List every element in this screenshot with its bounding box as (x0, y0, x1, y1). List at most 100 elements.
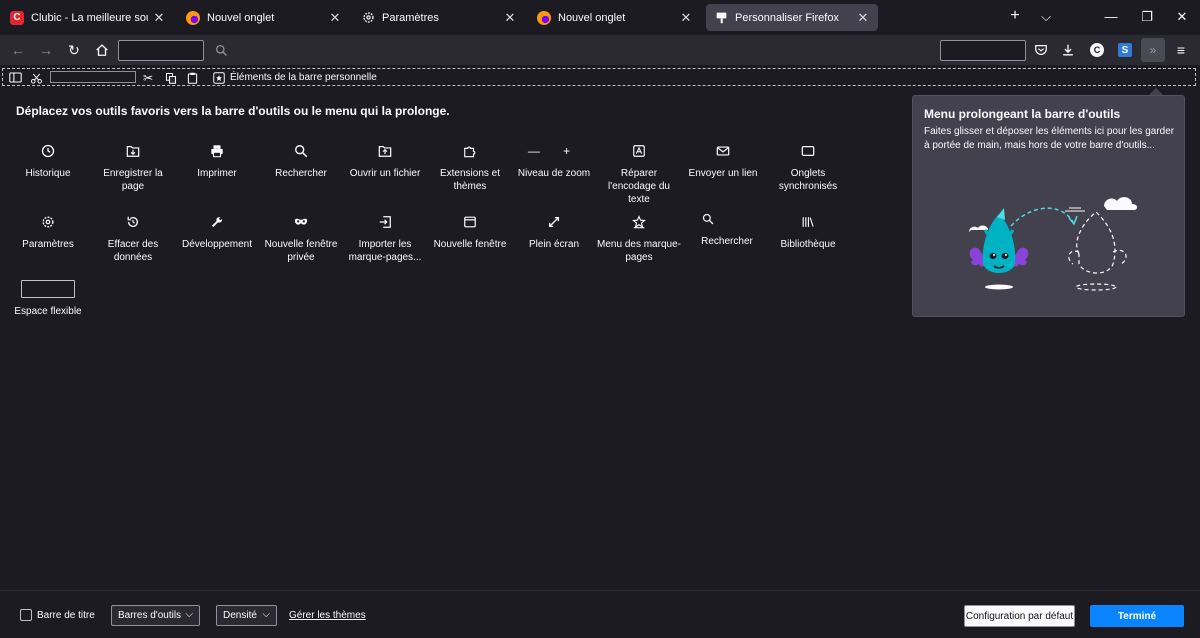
new-tab-icon[interactable]: + (1005, 7, 1025, 25)
toolbars-select[interactable]: Barres d'outils ⌵ (111, 605, 200, 626)
page-heading: Déplacez vos outils favoris vers la barr… (16, 104, 450, 118)
palette-item-label: Nouvelle fenêtre (433, 239, 507, 250)
palette-item-label: Rechercher (275, 168, 327, 179)
palette-item-find[interactable]: Rechercher (259, 142, 343, 180)
search-bar[interactable] (940, 40, 1026, 61)
palette-item-open-file[interactable]: Ouvrir un fichier (343, 142, 427, 180)
bookmarks-toolbar-label: Éléments de la barre personnelle (230, 72, 377, 83)
reload-icon[interactable]: ↻ (64, 40, 84, 60)
list-tabs-icon[interactable]: ⌵ (1036, 9, 1056, 25)
pocket-icon[interactable] (1031, 40, 1051, 60)
palette-item-new-window[interactable]: Nouvelle fenêtre (428, 213, 512, 251)
palette-item-addons[interactable]: Extensions et thèmes (428, 142, 512, 193)
back-icon[interactable]: ← (8, 40, 28, 60)
close-tab-icon[interactable]: ✕ (152, 10, 166, 26)
close-tab-icon[interactable]: ✕ (328, 10, 342, 26)
url-bar[interactable] (118, 40, 204, 61)
customize-footer: Barre de titre Barres d'outils ⌵ Densité… (0, 590, 1200, 638)
search-icon (259, 142, 343, 160)
tab-title: Paramètres (382, 11, 439, 24)
overflow-panel-description: Faites glisser et déposer les éléments i… (924, 126, 1175, 151)
customize-favicon (714, 11, 728, 25)
palette-item-label: Développement (181, 239, 253, 250)
paste-icon[interactable] (187, 71, 198, 84)
fullscreen-icon (512, 213, 596, 231)
flexible-space (21, 280, 75, 298)
tab-clubic[interactable]: C Clubic - La meilleure source d'in ✕ (2, 4, 174, 31)
cut-icon[interactable]: ✂ (143, 71, 153, 85)
personal-bar-field[interactable] (50, 71, 136, 83)
clock-icon (6, 142, 90, 160)
gear-icon (6, 213, 90, 231)
title-bar-checkbox[interactable] (20, 609, 32, 621)
palette-item-label: Nouvelle fenêtre privée (264, 239, 338, 263)
restore-icon[interactable]: ❐ (1137, 9, 1157, 25)
palette-item-email-link[interactable]: Envoyer un lien (681, 142, 765, 180)
palette-item-label: Niveau de zoom (517, 168, 591, 179)
palette-item-synced-tabs[interactable]: Onglets synchronisés (766, 142, 850, 193)
overflow-panel[interactable]: Menu prolongeant la barre d'outils Faite… (912, 95, 1185, 317)
palette-item-search-container[interactable]: Rechercher (685, 208, 769, 248)
palette-item-fullscreen[interactable]: Plein écran (512, 213, 596, 251)
tab-title: Personnaliser Firefox (735, 11, 839, 24)
palette-item-preferences[interactable]: Paramètres (6, 213, 90, 251)
palette-item-history[interactable]: Historique (6, 142, 90, 180)
palette-item-label: Effacer des données (107, 239, 159, 263)
palette-item-label: Plein écran (528, 239, 580, 250)
personal-toolbar: ✂ Éléments de la barre personnelle (2, 68, 1196, 86)
screenshot-icon[interactable] (30, 71, 43, 84)
tab-new-1[interactable]: Nouvel onglet ✕ (178, 4, 350, 31)
restore-defaults-button[interactable]: Configuration par défaut (964, 605, 1075, 627)
text-encoding-icon (597, 142, 681, 160)
palette-item-label: Onglets synchronisés (778, 168, 838, 192)
hamburger-menu-icon[interactable]: ≡ (1171, 40, 1191, 60)
close-window-icon[interactable]: ✕ (1172, 9, 1192, 25)
palette-item-zoom[interactable]: — + Niveau de zoom (512, 142, 596, 180)
palette-item-import[interactable]: Importer les marque-pages... (343, 213, 427, 264)
zoom-icon: — + (527, 143, 581, 158)
extension-s-icon[interactable]: S (1115, 40, 1135, 60)
tab-customize[interactable]: Personnaliser Firefox ✕ (706, 4, 878, 31)
overflow-panel-title: Menu prolongeant la barre d'outils (924, 107, 1121, 121)
palette-item-print[interactable]: Imprimer (175, 142, 259, 180)
search-field (694, 208, 760, 230)
palette-item-forget[interactable]: Effacer des données (91, 213, 175, 264)
palette-item-flexible-space[interactable]: Espace flexible (6, 280, 90, 318)
close-tab-icon[interactable]: ✕ (503, 10, 517, 26)
minimize-icon[interactable]: — (1101, 9, 1121, 24)
toolbars-select-value: Barres d'outils (118, 610, 182, 621)
palette-item-label: Historique (25, 168, 71, 179)
forward-icon[interactable]: → (36, 40, 56, 60)
clubic-favicon: C (10, 10, 24, 25)
done-button[interactable]: Terminé (1090, 605, 1184, 627)
density-select[interactable]: Densité ⌵ (216, 605, 277, 626)
palette-item-encoding[interactable]: Réparer l'encodage du texte (597, 142, 681, 206)
firefox-favicon (186, 10, 200, 25)
downloads-icon[interactable] (1058, 40, 1078, 60)
palette-item-library[interactable]: Bibliothèque (766, 213, 850, 251)
tab-new-2[interactable]: Nouvel onglet ✕ (529, 4, 701, 31)
mail-icon (681, 142, 765, 160)
copy-icon[interactable] (165, 71, 177, 84)
palette-item-save-page[interactable]: Enregistrer la page (91, 142, 175, 193)
puzzle-icon (428, 142, 512, 160)
close-tab-icon[interactable]: ✕ (856, 10, 870, 26)
palette-item-private-window[interactable]: Nouvelle fenêtre privée (259, 213, 343, 264)
palette-item-bookmarks-menu[interactable]: Menu des marque-pages (597, 213, 681, 264)
palette-item-label: Enregistrer la page (103, 168, 163, 192)
extension-c-icon[interactable]: C (1087, 40, 1107, 60)
home-icon[interactable] (92, 40, 112, 60)
tab-title: Clubic - La meilleure source d'in (31, 11, 148, 24)
palette-item-developer[interactable]: Développement (175, 213, 259, 251)
palette-item-label: Importer les marque-pages... (348, 239, 422, 263)
search-icon[interactable] (211, 40, 231, 60)
manage-themes-link[interactable]: Gérer les thèmes (289, 610, 366, 621)
private-mask-icon (259, 213, 343, 231)
tab-settings[interactable]: Paramètres ✕ (353, 4, 525, 31)
overflow-menu-button[interactable]: » (1141, 38, 1165, 62)
search-icon (702, 213, 714, 225)
palette-item-label: Menu des marque-pages (597, 239, 681, 263)
sidebar-icon[interactable] (9, 71, 22, 84)
close-tab-icon[interactable]: ✕ (679, 10, 693, 26)
bookmarks-toolbar-items[interactable]: Éléments de la barre personnelle (213, 71, 377, 84)
